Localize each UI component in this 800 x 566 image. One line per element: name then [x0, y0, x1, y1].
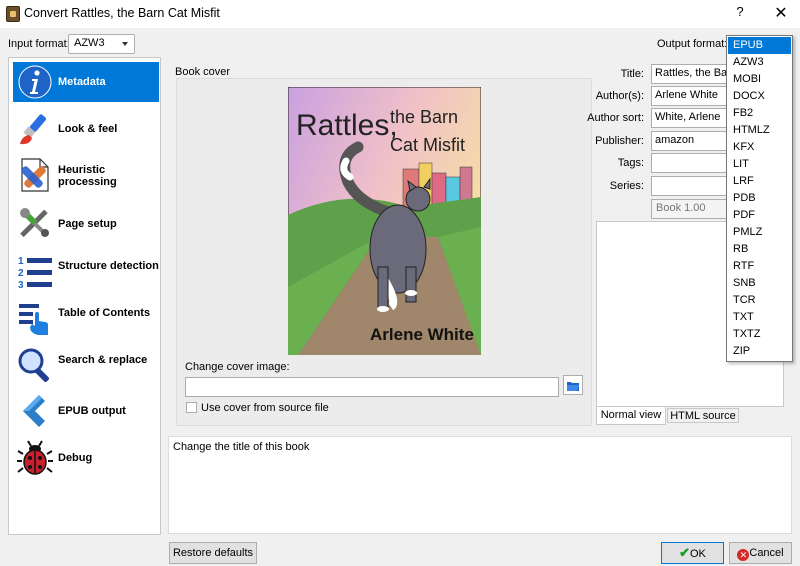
cancel-button[interactable]: ✕ Cancel [729, 542, 792, 564]
cover-title-line2: Cat Misfit [390, 135, 465, 155]
dropdown-option[interactable]: PDF [728, 207, 791, 224]
use-source-cover-checkbox[interactable] [186, 402, 197, 413]
tags-input[interactable] [651, 153, 731, 173]
tools-icon [20, 208, 49, 238]
sidebar-item-debug[interactable]: Debug [13, 438, 159, 478]
dropdown-option[interactable]: LIT [728, 156, 791, 173]
browse-cover-button[interactable] [563, 375, 583, 395]
use-source-cover-label: Use cover from source file [201, 402, 329, 414]
dropdown-option[interactable]: LRF [728, 173, 791, 190]
bug-icon [17, 440, 53, 475]
author-sort-label: Author sort: [587, 112, 644, 124]
tab-html-source[interactable]: HTML source [667, 408, 739, 423]
dropdown-option[interactable]: HTMLZ [728, 122, 791, 139]
chevron-left-icon [23, 395, 45, 427]
dropdown-option[interactable]: ZIP [728, 343, 791, 360]
sidebar-item-label: Metadata [58, 76, 106, 88]
authors-label: Author(s): [595, 90, 644, 102]
tags-label: Tags: [617, 157, 644, 169]
dropdown-option[interactable]: EPUB [728, 37, 791, 54]
cover-path-input[interactable] [185, 377, 559, 397]
sidebar: Metadata Look & feel Heuristic processin… [8, 57, 161, 535]
svg-text:2: 2 [18, 268, 24, 279]
help-text-area: Change the title of this book [168, 436, 792, 534]
dropdown-option[interactable]: TCR [728, 292, 791, 309]
sidebar-item-label: Heuristic processing [58, 164, 117, 188]
series-index-spinner[interactable]: Book 1.00 [651, 199, 731, 219]
sidebar-item-structure[interactable]: 1 2 3 Structure detection [13, 251, 159, 291]
title-input[interactable]: Rattles, the Barn Cat Misfit [651, 64, 731, 84]
folder-open-icon [567, 382, 579, 391]
series-label: Series: [609, 180, 644, 192]
calibre-app-icon [6, 6, 20, 22]
authors-input[interactable]: Arlene White [651, 86, 731, 106]
checkmark-icon: ✔ [679, 545, 690, 560]
input-format-label: Input format: [8, 38, 70, 50]
help-text: Change the title of this book [173, 441, 310, 453]
dropdown-option[interactable]: RTF [728, 258, 791, 275]
ok-button[interactable]: ✔OK [661, 542, 724, 564]
cancel-x-icon: ✕ [737, 549, 750, 561]
dropdown-option[interactable]: PDB [728, 190, 791, 207]
dropdown-option[interactable]: AZW3 [728, 54, 791, 71]
close-button[interactable]: ✕ [770, 3, 792, 25]
numbered-list-icon: 1 2 3 [18, 256, 52, 289]
title-label: Title: [620, 68, 644, 80]
sidebar-item-page-setup[interactable]: Page setup [13, 203, 159, 243]
author-sort-input[interactable]: White, Arlene [651, 108, 731, 128]
output-format-label: Output format: [657, 38, 728, 50]
sidebar-item-label: Table of Contents [58, 307, 151, 319]
sidebar-item-epub-output[interactable]: EPUB output [13, 391, 159, 431]
dropdown-option[interactable]: FB2 [728, 105, 791, 122]
svg-text:1: 1 [18, 256, 24, 267]
input-format-value: AZW3 [74, 37, 105, 49]
sidebar-item-label: Page setup [58, 218, 117, 230]
sidebar-item-label: Debug [58, 452, 93, 464]
window-title: Convert Rattles, the Barn Cat Misfit [24, 6, 220, 20]
dropdown-option[interactable]: SNB [728, 275, 791, 292]
sidebar-item-label: Structure detection [58, 260, 159, 272]
cover-title-word: Rattles, [296, 109, 398, 142]
tab-normal-view[interactable]: Normal view [596, 407, 666, 425]
dropdown-option[interactable]: TXTZ [728, 326, 791, 343]
cover-title-rest: the Barn [390, 107, 458, 127]
publisher-label: Publisher: [595, 135, 644, 147]
dropdown-option[interactable]: TXT [728, 309, 791, 326]
bandage-document-icon [21, 158, 49, 192]
change-cover-label: Change cover image: [185, 361, 290, 373]
cover-image[interactable]: Rattles, the Barn Cat Misfit Arlene Whit… [288, 87, 481, 355]
magnifier-icon [18, 348, 49, 382]
input-format-combo[interactable]: AZW3 [68, 34, 135, 54]
sidebar-item-label: Look & feel [58, 123, 118, 135]
output-format-dropdown[interactable]: EPUB AZW3 MOBI DOCX FB2 HTMLZ KFX LIT LR… [726, 35, 793, 362]
chevron-down-icon [122, 42, 128, 46]
brush-icon [20, 114, 47, 145]
restore-defaults-button[interactable]: Restore defaults [169, 542, 257, 564]
sidebar-item-toc[interactable]: Table of Contents [13, 298, 159, 338]
book-cover-group-label: Book cover [175, 66, 231, 78]
publisher-input[interactable]: amazon [651, 131, 731, 151]
sidebar-item-search-replace[interactable]: Search & replace [13, 345, 159, 385]
sidebar-item-look-feel[interactable]: Look & feel [13, 109, 159, 149]
sidebar-item-metadata[interactable]: Metadata [13, 62, 159, 102]
svg-text:3: 3 [18, 280, 24, 289]
series-input[interactable] [651, 176, 731, 196]
dropdown-option[interactable]: PMLZ [728, 224, 791, 241]
help-button[interactable]: ? [730, 4, 750, 24]
sidebar-item-heuristic[interactable]: Heuristic processing [13, 155, 159, 195]
dropdown-option[interactable]: RB [728, 241, 791, 258]
ok-label: OK [690, 548, 706, 560]
info-icon [18, 65, 52, 99]
cancel-label: Cancel [749, 547, 784, 559]
dropdown-option[interactable]: KFX [728, 139, 791, 156]
sidebar-item-label: EPUB output [58, 405, 126, 417]
toc-icon [19, 304, 48, 335]
sidebar-item-label: Search & replace [58, 354, 148, 366]
dropdown-option[interactable]: DOCX [728, 88, 791, 105]
dropdown-option[interactable]: MOBI [728, 71, 791, 88]
cover-author: Arlene White [370, 325, 474, 344]
